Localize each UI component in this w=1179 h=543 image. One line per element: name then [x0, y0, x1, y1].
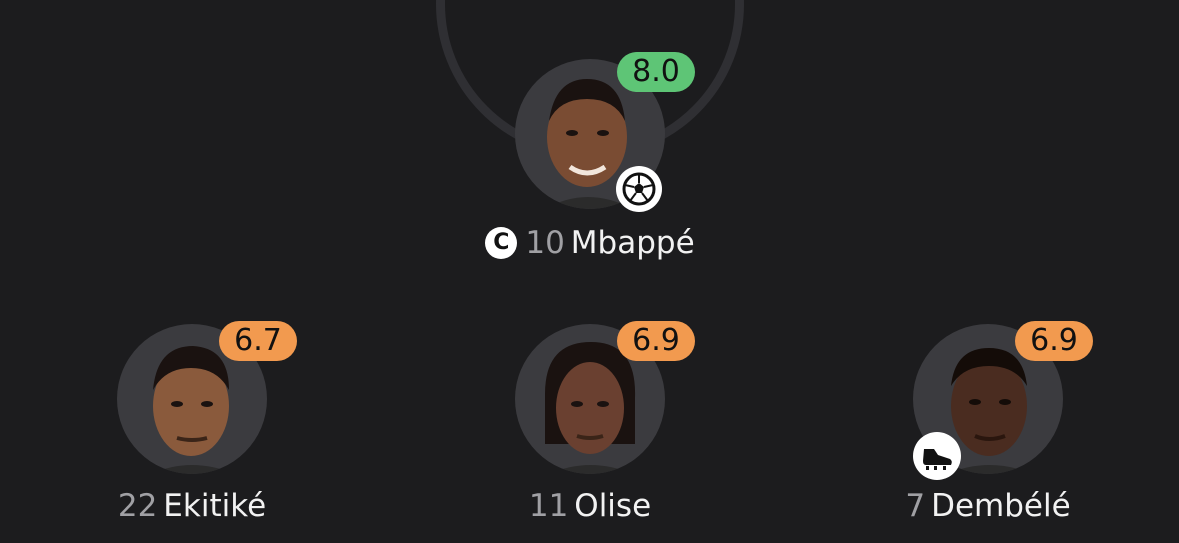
player-name: Ekitiké: [163, 488, 267, 524]
player-number: 7: [905, 488, 926, 524]
boot-assist-icon: [913, 432, 961, 480]
player-name: Mbappé: [570, 225, 695, 261]
player-olise[interactable]: 6.9 11 Olise: [430, 320, 750, 540]
player-label-olise: 11 Olise: [430, 486, 750, 526]
player-dembele[interactable]: 6.9 7 Dembélé: [828, 320, 1148, 540]
rating-badge-ekitike: 6.7: [219, 321, 297, 361]
player-label-mbappe: C 10 Mbappé: [430, 223, 750, 263]
rating-badge-mbappe: 8.0: [617, 52, 695, 92]
player-name: Olise: [574, 488, 652, 524]
rating-badge-dembele: 6.9: [1015, 321, 1093, 361]
player-ekitike[interactable]: 6.7 22 Ekitiké: [32, 320, 352, 540]
player-number: 10: [525, 225, 565, 261]
goal-ball-icon: [616, 166, 662, 212]
player-name: Dembélé: [931, 488, 1071, 524]
player-label-ekitike: 22 Ekitiké: [32, 486, 352, 526]
player-mbappe[interactable]: 8.0 C 10 Mbappé: [430, 52, 750, 272]
rating-badge-olise: 6.9: [617, 321, 695, 361]
player-label-dembele: 7 Dembélé: [828, 486, 1148, 526]
player-number: 11: [528, 488, 569, 524]
player-number: 22: [117, 488, 158, 524]
captain-badge-icon: C: [485, 227, 518, 259]
